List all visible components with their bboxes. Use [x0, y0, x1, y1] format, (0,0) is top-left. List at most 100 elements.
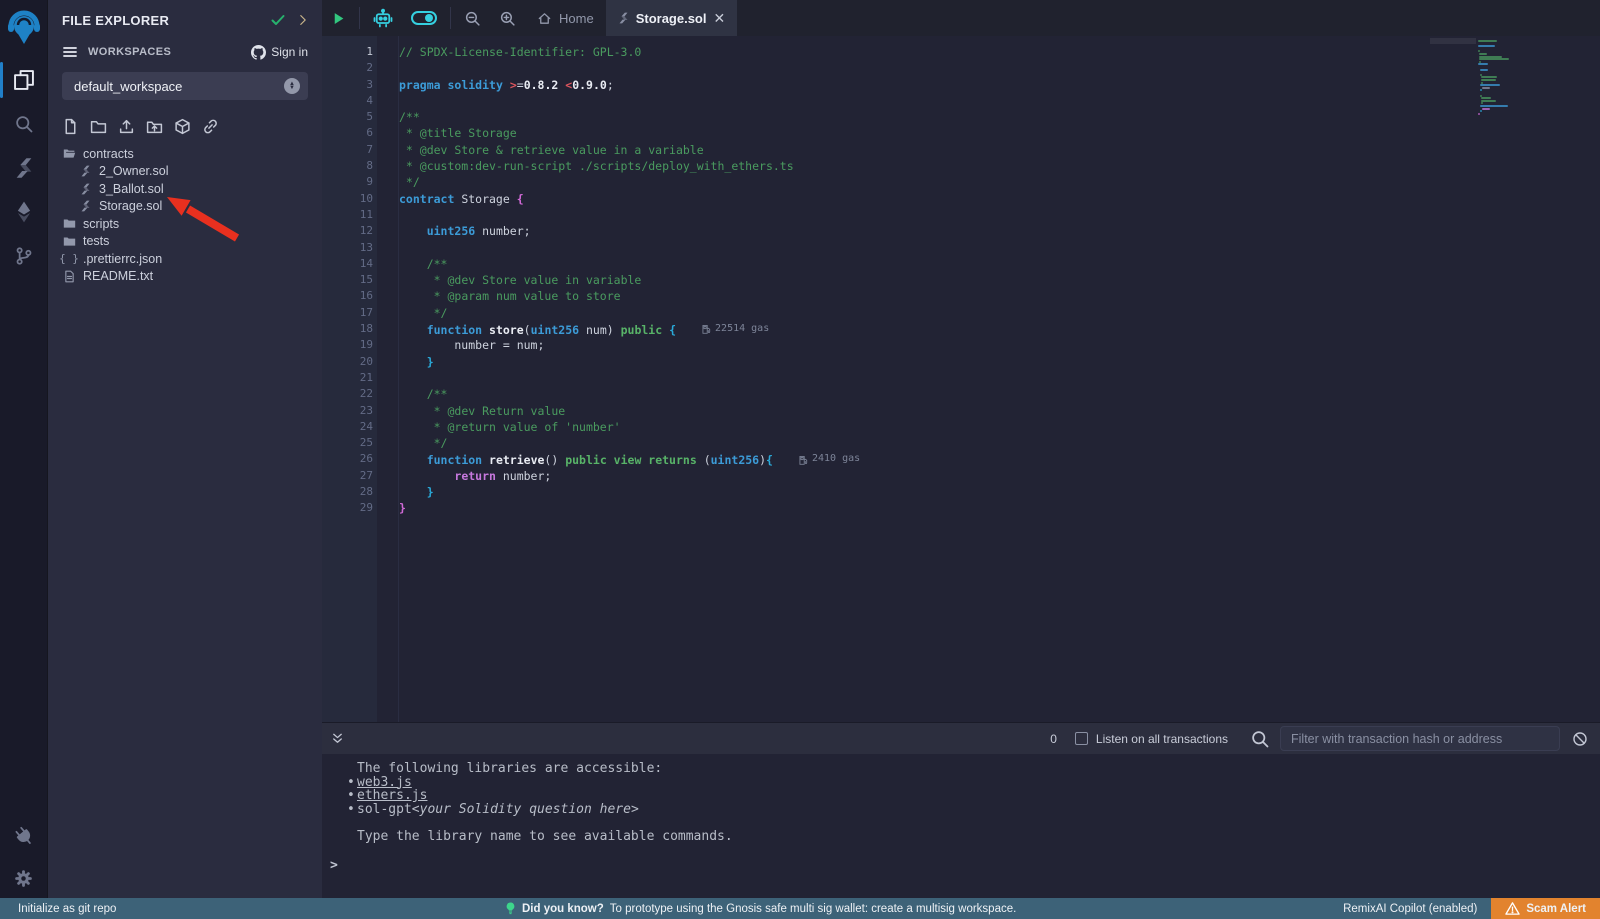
code-line: /**: [399, 386, 1600, 402]
copilot-status[interactable]: RemixAI Copilot (enabled): [1343, 903, 1477, 915]
tab-home[interactable]: Home: [525, 0, 606, 36]
file-label: tests: [83, 234, 109, 248]
listen-checkbox[interactable]: [1075, 732, 1088, 745]
settings-icon: [14, 869, 33, 888]
line-number: 7: [322, 142, 377, 158]
workspace-name: default_workspace: [74, 79, 284, 94]
line-number: 8: [322, 158, 377, 174]
minimap[interactable]: [1476, 38, 1540, 130]
terminal-header: 0 Listen on all transactions: [322, 722, 1600, 754]
copilot-toggle[interactable]: [402, 0, 446, 36]
zoom-out-button[interactable]: [455, 0, 490, 36]
line-number: 1: [322, 44, 377, 60]
solidity-file-icon: [78, 183, 92, 195]
search-icon: [14, 114, 34, 134]
close-icon[interactable]: ✕: [713, 10, 725, 27]
play-icon: [331, 11, 346, 26]
line-number: 29: [322, 500, 377, 516]
gas-estimate: 22514 gas: [702, 321, 769, 337]
chevrons-down-icon[interactable]: [330, 731, 345, 746]
terminal-prompt[interactable]: >: [330, 858, 338, 873]
remixai-button[interactable]: [364, 0, 402, 36]
line-number: 23: [322, 403, 377, 419]
line-number: 18: [322, 321, 377, 337]
transaction-filter-input[interactable]: [1280, 726, 1560, 751]
cube-icon[interactable]: [174, 118, 191, 135]
tree-item-.prettierrc.json[interactable]: { }.prettierrc.json: [48, 250, 322, 268]
code-line: [399, 207, 1600, 223]
line-number-gutter: 1234567891011121314151617181920212223242…: [322, 36, 377, 722]
tab-label: Home: [559, 11, 594, 26]
sidebar-item-git[interactable]: [0, 234, 48, 278]
toggle-switch-icon: [411, 11, 437, 25]
sign-in-button[interactable]: Sign in: [251, 45, 308, 60]
code-line: * @custom:dev-run-script ./scripts/deplo…: [399, 158, 1600, 174]
workspace-dropdown[interactable]: default_workspace ▲▼: [62, 72, 308, 100]
run-script-button[interactable]: [322, 0, 355, 36]
sidebar-item-plugin-manager[interactable]: [0, 818, 48, 858]
tree-item-README.txt[interactable]: README.txt: [48, 268, 322, 286]
upload-file-icon[interactable]: [118, 118, 135, 135]
terminal-link[interactable]: web3.js: [357, 776, 412, 790]
line-number: 24: [322, 419, 377, 435]
deploy-run-icon: [14, 201, 34, 223]
tab-storage.sol[interactable]: Storage.sol✕: [606, 0, 738, 36]
code-line: * @dev Store value in variable: [399, 272, 1600, 288]
chevron-right-icon[interactable]: [296, 13, 310, 27]
remix-logo: [7, 10, 41, 50]
zoom-in-button[interactable]: [490, 0, 525, 36]
tree-item-contracts[interactable]: contracts: [48, 145, 322, 163]
terminal-link[interactable]: ethers.js: [357, 789, 427, 803]
file-explorer-header: FILE EXPLORER: [48, 0, 322, 34]
code-editor[interactable]: 1234567891011121314151617181920212223242…: [322, 36, 1600, 722]
line-number: 27: [322, 468, 377, 484]
solidity-file-icon: [78, 165, 92, 177]
code-line: */: [399, 305, 1600, 321]
terminal-line: •ethers.js: [330, 789, 1600, 803]
line-number: 5: [322, 109, 377, 125]
sidebar-item-search[interactable]: [0, 102, 48, 146]
scam-alert-button[interactable]: Scam Alert: [1491, 898, 1600, 919]
tree-item-2_Owner.sol[interactable]: 2_Owner.sol: [48, 163, 322, 181]
folder-icon: [62, 235, 76, 248]
code-line: [399, 370, 1600, 386]
transaction-count: 0: [1050, 732, 1057, 746]
init-git-repo-button[interactable]: Initialize as git repo: [0, 903, 116, 915]
icon-sidebar: [0, 0, 48, 898]
code-line: function retrieve() public view returns …: [399, 451, 1600, 467]
gas-estimate: 2410 gas: [799, 451, 860, 467]
line-number: 11: [322, 207, 377, 223]
block-icon[interactable]: [1572, 731, 1588, 747]
hamburger-icon[interactable]: [62, 44, 78, 60]
code-line: }: [399, 484, 1600, 500]
workspace-sort-icon[interactable]: ▲▼: [284, 78, 300, 94]
terminal-line: •sol-gpt <your Solidity question here>: [330, 803, 1600, 817]
new-folder-icon[interactable]: [90, 118, 107, 135]
file-label: 2_Owner.sol: [99, 164, 168, 178]
code-line: */: [399, 435, 1600, 451]
code-line: uint256 number;: [399, 223, 1600, 239]
sidebar-item-remix-logo[interactable]: [0, 2, 48, 58]
new-file-icon[interactable]: [62, 118, 79, 135]
sidebar-item-file-explorer[interactable]: [0, 58, 48, 102]
sidebar-item-deploy-run[interactable]: [0, 190, 48, 234]
tree-item-tests[interactable]: tests: [48, 233, 322, 251]
file-toolbar: [48, 100, 322, 145]
editor-scroll-slider[interactable]: [1430, 38, 1476, 44]
line-number: 3: [322, 77, 377, 93]
tree-item-scripts[interactable]: scripts: [48, 215, 322, 233]
solidity-file-icon: [618, 12, 629, 24]
line-number: 17: [322, 305, 377, 321]
link-icon[interactable]: [202, 118, 219, 135]
sidebar-item-solidity-compiler[interactable]: [0, 146, 48, 190]
tree-item-Storage.sol[interactable]: Storage.sol: [48, 198, 322, 216]
sidebar-item-settings[interactable]: [0, 858, 48, 898]
tree-item-3_Ballot.sol[interactable]: 3_Ballot.sol: [48, 180, 322, 198]
git-icon: [14, 246, 34, 266]
code-line: * @dev Return value: [399, 403, 1600, 419]
terminal[interactable]: The following libraries are accessible:•…: [322, 754, 1600, 898]
upload-folder-icon[interactable]: [146, 118, 163, 135]
line-number: 4: [322, 93, 377, 109]
search-icon[interactable]: [1250, 729, 1270, 749]
line-number: 6: [322, 125, 377, 141]
